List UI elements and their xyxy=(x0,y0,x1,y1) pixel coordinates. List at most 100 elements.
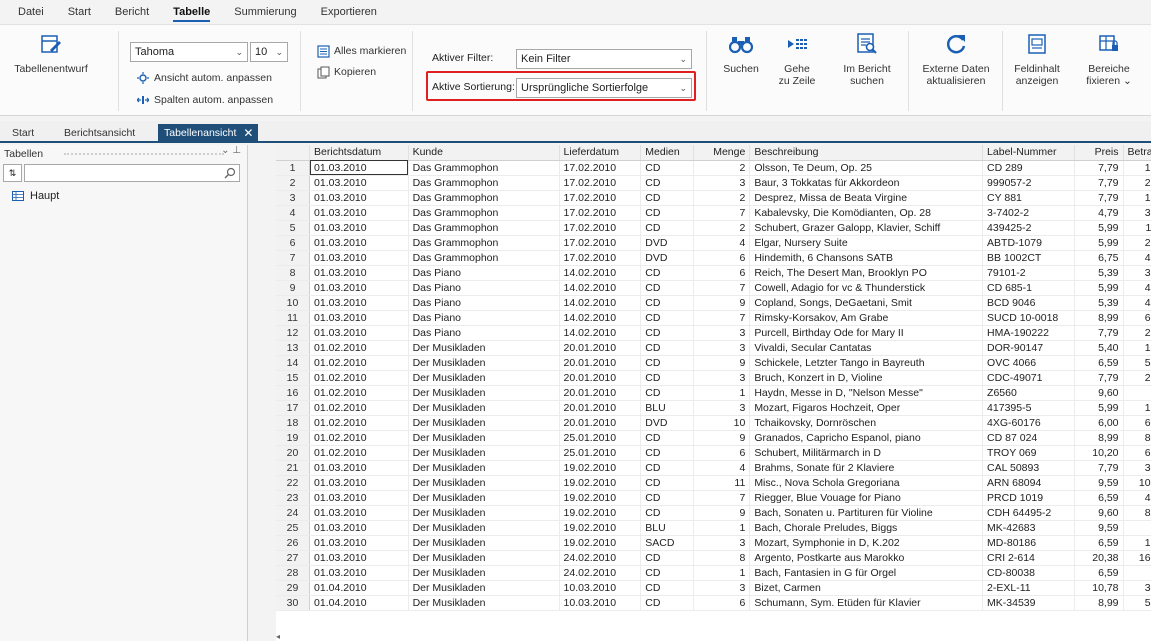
table-cell[interactable]: 6,59 xyxy=(1123,565,1151,581)
table-cell[interactable]: CD xyxy=(640,325,694,341)
table-cell[interactable]: Der Musikladen xyxy=(408,520,560,536)
column-header[interactable]: Preis xyxy=(1074,145,1124,161)
table-cell[interactable]: Riegger, Blue Vouage for Piano xyxy=(749,490,984,506)
table-row[interactable]: 22 01.03.2010 Der Musikladen 19.02.2010 CD 11… xyxy=(276,475,1151,491)
table-cell[interactable]: 01.02.2010 xyxy=(309,445,409,461)
table-cell[interactable]: DOR-90147 xyxy=(982,340,1076,356)
table-cell[interactable]: 17.02.2010 xyxy=(559,205,642,221)
table-cell[interactable]: 01.03.2010 xyxy=(309,520,409,536)
table-cell[interactable]: 3 xyxy=(693,400,751,416)
table-cell[interactable]: 2 xyxy=(693,190,751,206)
table-cell[interactable]: 7 xyxy=(693,490,751,506)
table-cell[interactable]: 24.02.2010 xyxy=(559,550,642,566)
table-cell[interactable]: Elgar, Nursery Suite xyxy=(749,235,984,251)
table-cell[interactable]: 01.03.2010 xyxy=(309,280,409,296)
table-cell[interactable]: 24.02.2010 xyxy=(559,565,642,581)
table-cell[interactable]: 6 xyxy=(693,445,751,461)
table-cell[interactable]: 7,79 xyxy=(1074,460,1124,476)
sort-icon[interactable]: ⇅ xyxy=(3,164,22,182)
table-cell[interactable]: 3 xyxy=(693,175,751,191)
table-cell[interactable]: 7,79 xyxy=(1074,175,1124,191)
table-cell[interactable]: CD xyxy=(640,475,694,491)
table-row[interactable]: 26 01.03.2010 Der Musikladen 19.02.2010 SACD… xyxy=(276,535,1151,551)
table-row[interactable]: 3 01.03.2010 Das Grammophon 17.02.2010 CD 2 De… xyxy=(276,190,1151,206)
table-cell[interactable]: 01.02.2010 xyxy=(309,370,409,386)
table-row[interactable]: 21 01.03.2010 Der Musikladen 19.02.2010 CD 4 B… xyxy=(276,460,1151,476)
table-cell[interactable]: 59,31 xyxy=(1123,355,1151,371)
table-cell[interactable]: 10,78 xyxy=(1074,580,1124,596)
table-row[interactable]: 15 01.02.2010 Der Musikladen 20.01.2010 CD 3 B… xyxy=(276,370,1151,386)
table-row[interactable]: 2 01.03.2010 Das Grammophon 17.02.2010 CD 3 Ba… xyxy=(276,175,1151,191)
table-cell[interactable]: 20,38 xyxy=(1074,550,1124,566)
aktiver-filter-select[interactable]: Kein Filter ⌄ xyxy=(516,49,692,69)
im-bericht-suchen-button[interactable]: Im Bericht suchen xyxy=(834,29,900,87)
table-cell[interactable]: 01.03.2010 xyxy=(309,265,409,281)
table-cell[interactable]: CDC-49071 xyxy=(982,370,1076,386)
table-cell[interactable]: 3 xyxy=(693,340,751,356)
table-cell[interactable]: 20.01.2010 xyxy=(559,415,642,431)
table-cell[interactable]: 10,20 xyxy=(1074,445,1124,461)
table-cell[interactable]: 3 xyxy=(693,370,751,386)
table-cell[interactable]: 6,59 xyxy=(1074,535,1124,551)
table-cell[interactable]: 7 xyxy=(693,280,751,296)
table-cell[interactable]: 01.02.2010 xyxy=(309,415,409,431)
table-cell[interactable]: 17.02.2010 xyxy=(559,175,642,191)
table-cell[interactable]: 1 xyxy=(693,520,751,536)
table-cell[interactable]: 01.03.2010 xyxy=(309,460,409,476)
tab-exportieren[interactable]: Exportieren xyxy=(309,0,389,24)
table-cell[interactable]: Das Grammophon xyxy=(408,175,560,191)
table-cell[interactable]: Der Musikladen xyxy=(408,490,560,506)
table-cell[interactable]: 6,00 xyxy=(1074,415,1124,431)
table-cell[interactable]: CD xyxy=(640,385,694,401)
table-cell[interactable]: 4 xyxy=(693,235,751,251)
table-cell[interactable]: CD xyxy=(640,265,694,281)
ansicht-anpassen-button[interactable]: Ansicht autom. anpassen xyxy=(136,69,272,87)
table-cell[interactable]: 9 xyxy=(693,505,751,521)
table-cell[interactable]: CD xyxy=(640,295,694,311)
table-cell[interactable]: 6,59 xyxy=(1074,490,1124,506)
table-cell[interactable]: Das Grammophon xyxy=(408,205,560,221)
table-cell[interactable]: TROY 069 xyxy=(982,445,1076,461)
table-cell[interactable]: CAL 50893 xyxy=(982,460,1076,476)
table-cell[interactable]: Baur, 3 Tokkatas für Akkordeon xyxy=(749,175,984,191)
table-cell[interactable]: 86,40 xyxy=(1123,505,1151,521)
table-cell[interactable]: 417395-5 xyxy=(982,400,1076,416)
table-cell[interactable]: 40,50 xyxy=(1123,250,1151,266)
table-cell[interactable]: CD xyxy=(640,190,694,206)
table-row[interactable]: 24 01.03.2010 Der Musikladen 19.02.2010 CD 9 B… xyxy=(276,505,1151,521)
table-cell[interactable]: 01.03.2010 xyxy=(309,475,409,491)
table-cell[interactable]: Granados, Capricho Espanol, piano xyxy=(749,430,984,446)
table-cell[interactable]: CRI 2-614 xyxy=(982,550,1076,566)
table-cell[interactable]: DVD xyxy=(640,250,694,266)
table-cell[interactable]: Der Musikladen xyxy=(408,430,560,446)
table-row[interactable]: 29 01.04.2010 Der Musikladen 10.03.2010 CD 3 B… xyxy=(276,580,1151,596)
table-row[interactable]: 27 01.03.2010 Der Musikladen 24.02.2010 CD 8 A… xyxy=(276,550,1151,566)
table-cell[interactable]: Der Musikladen xyxy=(408,460,560,476)
bereiche-fixieren-button[interactable]: Bereiche fixieren ⌄ xyxy=(1076,29,1142,87)
suchen-button[interactable]: Suchen xyxy=(716,29,766,75)
table-cell[interactable]: Der Musikladen xyxy=(408,445,560,461)
table-cell[interactable]: Mozart, Figaros Hochzeit, Oper xyxy=(749,400,984,416)
table-cell[interactable]: 01.02.2010 xyxy=(309,400,409,416)
table-cell[interactable]: 5,39 xyxy=(1074,265,1124,281)
table-cell[interactable]: 9,59 xyxy=(1074,520,1124,536)
table-cell[interactable]: 17.02.2010 xyxy=(559,160,642,176)
table-cell[interactable]: Cowell, Adagio for vc & Thunderstick xyxy=(749,280,984,296)
table-cell[interactable]: CY 881 xyxy=(982,190,1076,206)
table-cell[interactable]: 4,79 xyxy=(1074,205,1124,221)
table-row[interactable]: 1 01.03.2010 Das Grammophon 17.02.2010 CD 2 Ol… xyxy=(276,160,1151,176)
table-cell[interactable]: Reich, The Desert Man, Brooklyn PO xyxy=(749,265,984,281)
table-cell[interactable]: 01.02.2010 xyxy=(309,355,409,371)
table-cell[interactable]: Der Musikladen xyxy=(408,505,560,521)
table-cell[interactable]: Das Grammophon xyxy=(408,190,560,206)
table-cell[interactable]: 3 xyxy=(693,325,751,341)
table-cell[interactable]: 19.02.2010 xyxy=(559,520,642,536)
table-cell[interactable]: MK-34539 xyxy=(982,595,1076,611)
table-cell[interactable]: 5,99 xyxy=(1074,400,1124,416)
table-cell[interactable]: DVD xyxy=(640,415,694,431)
table-cell[interactable]: CD xyxy=(640,490,694,506)
table-cell[interactable]: 01.03.2010 xyxy=(309,205,409,221)
table-cell[interactable]: Purcell, Birthday Ode for Mary II xyxy=(749,325,984,341)
table-cell[interactable]: BLU xyxy=(640,400,694,416)
table-cell[interactable]: CD xyxy=(640,340,694,356)
